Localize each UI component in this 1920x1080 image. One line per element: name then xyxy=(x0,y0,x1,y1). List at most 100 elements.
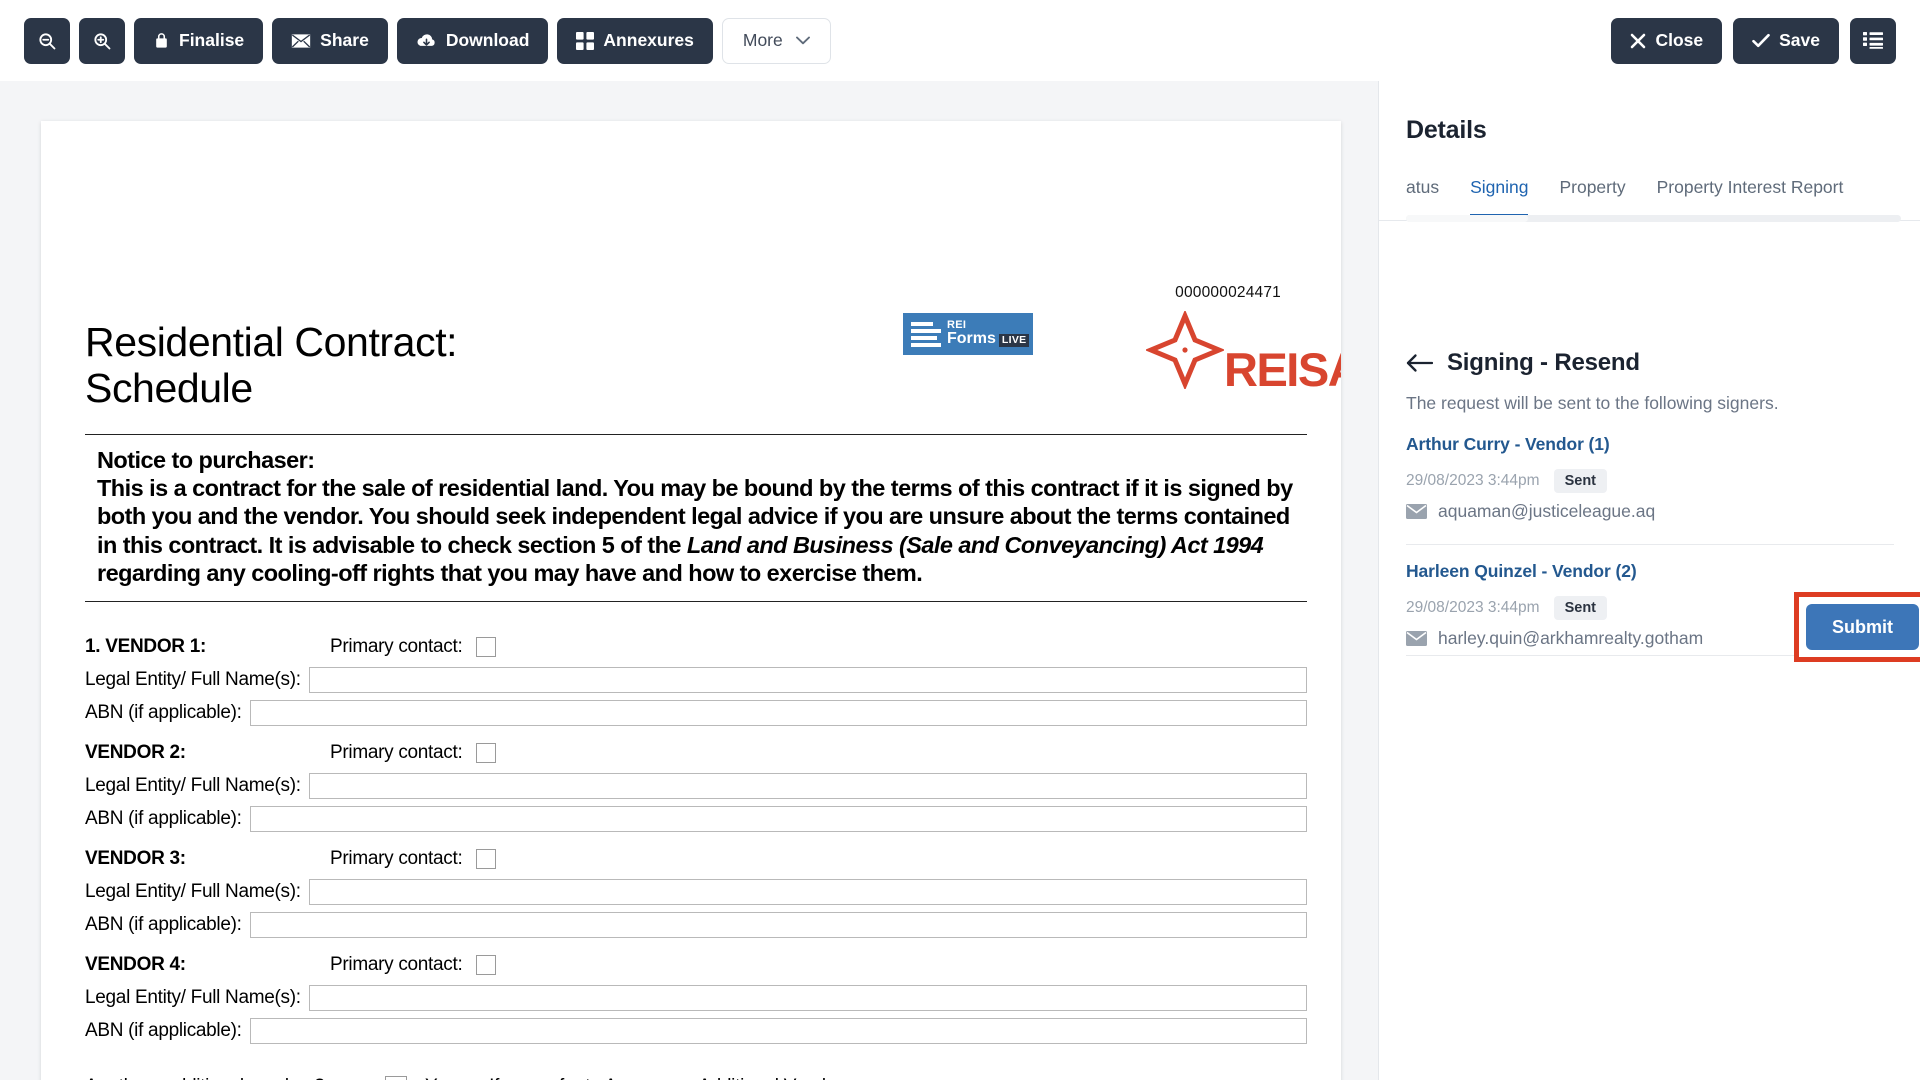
save-button[interactable]: Save xyxy=(1733,17,1839,64)
envelope-icon xyxy=(1406,504,1427,519)
vendor-3-title: VENDOR 3: xyxy=(85,848,186,869)
notice-to-purchaser-box: Notice to purchaser: This is a contract … xyxy=(85,434,1307,602)
signer-1-email: aquaman@justiceleague.aq xyxy=(1438,501,1656,521)
vendor-4-legal-input[interactable] xyxy=(308,984,1307,1011)
vendor-3-primary-label: Primary contact: xyxy=(330,848,463,869)
page-title-line2: Schedule xyxy=(85,365,253,412)
vendor-form: 1. VENDOR 1: Primary contact: Legal Enti… xyxy=(85,631,1307,1080)
envelope-icon xyxy=(291,33,311,49)
reisa-star-icon xyxy=(1146,311,1224,389)
zoom-out-button[interactable] xyxy=(24,17,70,64)
notice-act-italic: Land and Business (Sale and Conveyancing… xyxy=(686,531,1264,558)
download-button[interactable]: Download xyxy=(396,17,549,64)
vendor-1-primary-checkbox[interactable] xyxy=(476,637,497,657)
vendor-2-legal-row: Legal Entity/ Full Name(s): xyxy=(85,769,1307,802)
vendor-3-abn-row: ABN (if applicable): xyxy=(85,908,1307,941)
vendor-4-abn-input[interactable] xyxy=(249,1017,1307,1044)
arrow-left-icon[interactable] xyxy=(1406,353,1433,373)
close-button[interactable]: Close xyxy=(1611,17,1723,64)
vendor-block-3: VENDOR 3: Primary contact: Legal Entity/… xyxy=(85,843,1307,941)
vendor-2-abn-input[interactable] xyxy=(249,805,1307,832)
page-title: Residential Contract: Schedule xyxy=(85,319,458,412)
details-panel: Details atus Signing Property Property I… xyxy=(1378,81,1920,1080)
check-icon xyxy=(1752,33,1770,48)
rei-live-badge: LIVE xyxy=(998,334,1030,348)
signer-2-name[interactable]: Harleen Quinzel - Vendor (2) xyxy=(1406,561,1894,582)
document-page: 000000024471 Residential Contract: Sched… xyxy=(41,121,1341,1080)
share-label: Share xyxy=(320,30,369,50)
tabs-horizontal-scrollbar[interactable] xyxy=(1406,215,1901,222)
signer-1-status-badge: Sent xyxy=(1553,469,1608,493)
vendor-2-legal-input[interactable] xyxy=(308,772,1307,799)
annexures-button[interactable]: Annexures xyxy=(557,17,713,64)
document-viewer[interactable]: 000000024471 Residential Contract: Sched… xyxy=(0,81,1378,1080)
signer-1-name[interactable]: Arthur Curry - Vendor (1) xyxy=(1406,434,1894,455)
signer-divider xyxy=(1406,544,1894,545)
vendor-2-header: VENDOR 2: Primary contact: xyxy=(85,737,1307,769)
tabs-scrollbar-thumb[interactable] xyxy=(1406,215,1528,222)
grid-icon xyxy=(576,31,595,50)
tab-property[interactable]: Property xyxy=(1559,173,1625,217)
signing-resend-header: Signing - Resend xyxy=(1406,349,1640,377)
signing-resend-subtitle: The request will be sent to the followin… xyxy=(1406,393,1779,413)
tab-property-interest-report[interactable]: Property Interest Report xyxy=(1657,173,1844,217)
vendor-4-primary-checkbox[interactable] xyxy=(476,955,497,975)
signing-resend-title: Signing - Resend xyxy=(1447,349,1640,376)
signer-2-email: harley.quin@arkhamrealty.gotham xyxy=(1438,628,1704,648)
vendor-4-primary-label: Primary contact: xyxy=(330,954,463,975)
annexures-label: Annexures xyxy=(603,30,694,50)
rei-logo-line2: Forms LIVE xyxy=(947,331,1030,348)
additional-vendors-note: If yes, refer to Annexure - Additional V… xyxy=(489,1076,852,1080)
notice-body-part2: regarding any cooling-off rights that yo… xyxy=(97,559,923,586)
share-button[interactable]: Share xyxy=(272,17,388,64)
submit-button[interactable]: Submit xyxy=(1806,604,1919,650)
rei-forms-live-logo: REI Forms LIVE xyxy=(903,313,1033,355)
zoom-in-icon xyxy=(92,31,112,51)
menu-button[interactable] xyxy=(1850,17,1896,64)
reisa-wordmark: REISA xyxy=(1224,342,1341,396)
vendor-3-legal-row: Legal Entity/ Full Name(s): xyxy=(85,875,1307,908)
toolbar-left-group: Finalise Share Download Annexures More xyxy=(24,17,831,64)
panel-title: Details xyxy=(1406,116,1487,144)
vendor-1-legal-row: Legal Entity/ Full Name(s): xyxy=(85,663,1307,696)
tab-status[interactable]: atus xyxy=(1406,173,1439,217)
vendor-block-2: VENDOR 2: Primary contact: Legal Entity/… xyxy=(85,737,1307,835)
additional-vendors-checkbox[interactable] xyxy=(385,1076,407,1080)
vendor-block-4: VENDOR 4: Primary contact: Legal Entity/… xyxy=(85,949,1307,1047)
additional-vendors-yes-label: Yes xyxy=(425,1076,455,1080)
vendor-4-header: VENDOR 4: Primary contact: xyxy=(85,949,1307,981)
reisa-logo: REISA xyxy=(1146,311,1341,396)
vendor-2-primary-label: Primary contact: xyxy=(330,742,463,763)
vendor-3-primary-checkbox[interactable] xyxy=(476,849,497,869)
vendor-4-legal-row: Legal Entity/ Full Name(s): xyxy=(85,981,1307,1014)
vendor-1-abn-input[interactable] xyxy=(249,699,1307,726)
additional-vendors-row: Are there additional vendors? Yes If yes… xyxy=(85,1067,1307,1080)
vendor-3-abn-input[interactable] xyxy=(249,911,1307,938)
vendor-1-abn-row: ABN (if applicable): xyxy=(85,696,1307,729)
vendor-2-primary-checkbox[interactable] xyxy=(476,743,497,763)
vendor-1-legal-input[interactable] xyxy=(308,666,1307,693)
vendor-2-title: VENDOR 2: xyxy=(85,742,186,763)
tab-signing[interactable]: Signing xyxy=(1470,173,1529,217)
zoom-in-button[interactable] xyxy=(79,17,125,64)
page-title-line1: Residential Contract: xyxy=(85,319,458,365)
vendor-2-abn-row: ABN (if applicable): xyxy=(85,802,1307,835)
close-label: Close xyxy=(1655,30,1704,50)
vendor-3-legal-input[interactable] xyxy=(308,878,1307,905)
finalise-button[interactable]: Finalise xyxy=(134,17,264,64)
notice-body: This is a contract for the sale of resid… xyxy=(97,474,1295,587)
signer-row-1: Arthur Curry - Vendor (1) 29/08/2023 3:4… xyxy=(1406,434,1894,522)
vendor-1-legal-label: Legal Entity/ Full Name(s): xyxy=(85,668,301,690)
vendor-4-abn-label: ABN (if applicable): xyxy=(85,1019,242,1041)
save-label: Save xyxy=(1779,30,1820,50)
vendor-2-abn-label: ABN (if applicable): xyxy=(85,807,242,829)
finalise-label: Finalise xyxy=(179,30,245,50)
vendor-1-abn-label: ABN (if applicable): xyxy=(85,701,242,723)
list-menu-icon xyxy=(1863,32,1883,49)
toolbar-right-group: Close Save xyxy=(1611,17,1896,64)
signer-2-timestamp: 29/08/2023 3:44pm xyxy=(1406,599,1540,616)
vendor-block-1: 1. VENDOR 1: Primary contact: Legal Enti… xyxy=(85,631,1307,729)
lock-icon xyxy=(153,31,170,50)
vendor-1-primary-label: Primary contact: xyxy=(330,636,463,657)
more-button[interactable]: More xyxy=(721,17,831,64)
